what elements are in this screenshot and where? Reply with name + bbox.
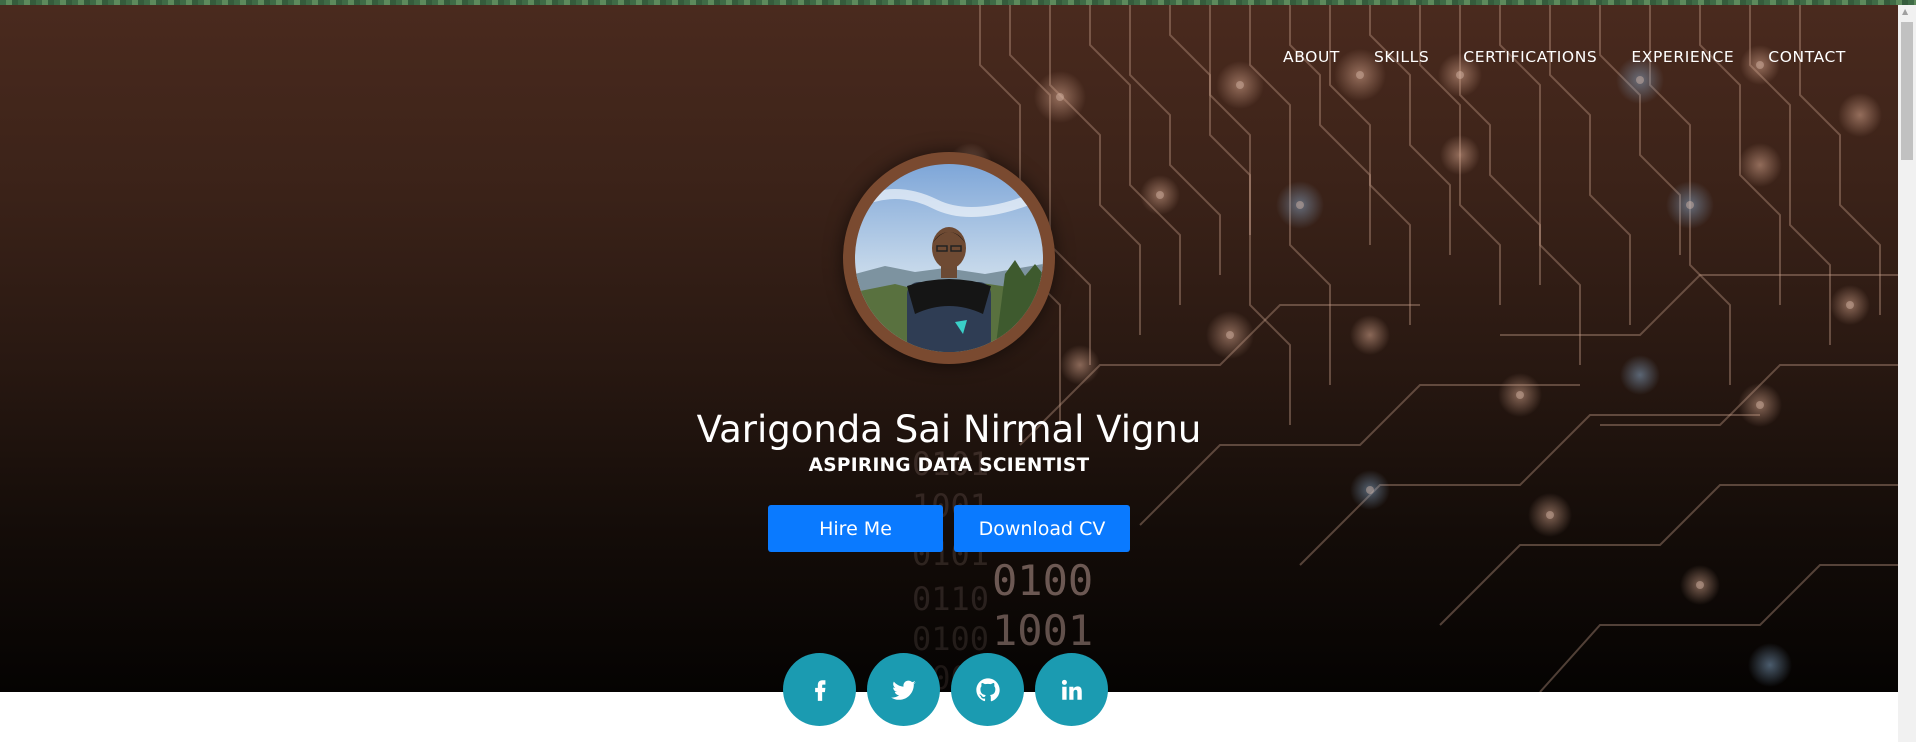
binary-line: 1001 — [992, 606, 1093, 655]
nav-experience[interactable]: EXPERIENCE — [1631, 48, 1734, 66]
nav-skills[interactable]: SKILLS — [1374, 48, 1429, 66]
binary-line: 0110 — [912, 580, 989, 618]
nav-certifications[interactable]: CERTIFICATIONS — [1463, 48, 1597, 66]
hero-name: Varigonda Sai Nirmal Vignu — [696, 408, 1202, 451]
main-nav: ABOUT SKILLS CERTIFICATIONS EXPERIENCE C… — [1283, 48, 1846, 66]
github-button[interactable] — [951, 653, 1024, 726]
download-cv-button[interactable]: Download CV — [954, 505, 1130, 552]
nav-about[interactable]: ABOUT — [1283, 48, 1340, 66]
scrollbar[interactable]: ▲ — [1898, 5, 1916, 742]
facebook-button[interactable] — [783, 653, 856, 726]
avatar — [843, 152, 1055, 364]
scrollbar-thumb[interactable] — [1901, 22, 1913, 160]
facebook-icon — [814, 679, 825, 701]
twitter-button[interactable] — [867, 653, 940, 726]
hero-subtitle: ASPIRING DATA SCIENTIST — [808, 455, 1090, 476]
hero-section: 0101 1001 0110 0100 1001 0101 0110 0100 … — [0, 5, 1898, 692]
github-icon — [975, 677, 1000, 701]
linkedin-button[interactable] — [1035, 653, 1108, 726]
twitter-icon — [890, 680, 916, 700]
hire-me-button[interactable]: Hire Me — [768, 505, 943, 552]
linkedin-icon — [1061, 679, 1082, 700]
scroll-up-icon[interactable]: ▲ — [1902, 7, 1908, 16]
profile-photo — [855, 164, 1043, 352]
circuit-board-background: 0101 1001 0110 0100 1001 0101 0110 0100 … — [912, 5, 1898, 692]
nav-contact[interactable]: CONTACT — [1768, 48, 1846, 66]
binary-line: 0100 — [992, 556, 1093, 605]
binary-line: 0100 — [912, 620, 989, 658]
